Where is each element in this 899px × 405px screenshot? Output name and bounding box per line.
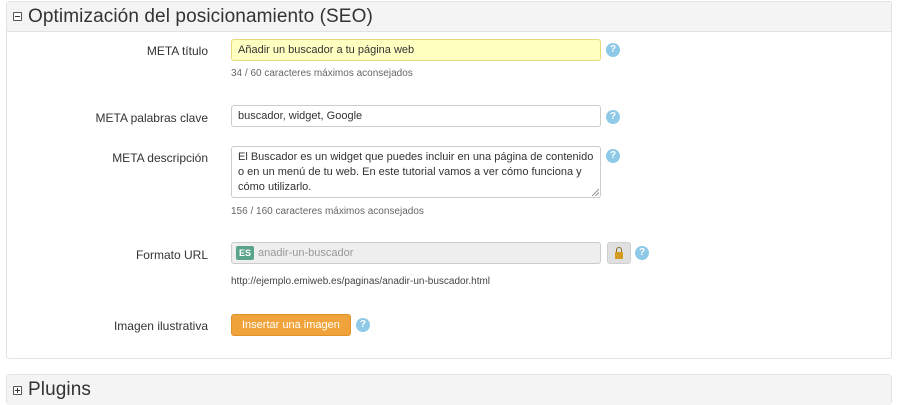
- language-badge: ES: [236, 246, 255, 260]
- lock-icon: [615, 252, 623, 259]
- meta-description-textarea[interactable]: El Buscador es un widget que puedes incl…: [231, 146, 601, 198]
- url-format-label: Formato URL: [135, 248, 208, 262]
- meta-description-help-icon[interactable]: ?: [606, 149, 620, 163]
- seo-panel-title: Optimización del posicionamiento (SEO): [28, 5, 373, 27]
- meta-keywords-label: META palabras clave: [95, 111, 209, 125]
- url-format-help-icon[interactable]: ?: [635, 246, 649, 260]
- lock-button[interactable]: [607, 242, 631, 264]
- meta-title-char-count: 34 / 60 caracteres máximos aconsejados: [231, 68, 413, 79]
- meta-title-input[interactable]: Añadir un buscador a tu página web: [231, 39, 601, 61]
- meta-title-help-icon[interactable]: ?: [606, 43, 620, 57]
- collapse-icon[interactable]: [13, 12, 22, 21]
- seo-panel-header[interactable]: Optimización del posicionamiento (SEO): [7, 2, 891, 32]
- expand-icon[interactable]: [13, 385, 22, 395]
- meta-description-text: El Buscador es un widget que puedes incl…: [238, 151, 594, 193]
- seo-panel: Optimización del posicionamiento (SEO) M…: [6, 1, 892, 359]
- meta-keywords-help-icon[interactable]: ?: [606, 110, 620, 124]
- image-label: Imagen ilustrativa: [113, 319, 208, 333]
- meta-keywords-input[interactable]: buscador, widget, Google: [231, 105, 601, 127]
- insert-image-button[interactable]: Insertar una imagen: [231, 314, 351, 336]
- full-url-preview: http://ejemplo.emiweb.es/paginas/anadir-…: [231, 276, 491, 287]
- plugins-panel-title: Plugins: [28, 379, 92, 400]
- image-help-icon[interactable]: ?: [356, 318, 370, 332]
- url-slug-input: ES anadir-un-buscador: [231, 242, 601, 264]
- resize-grip-icon[interactable]: [592, 189, 599, 196]
- url-slug-text: anadir-un-buscador: [258, 247, 354, 259]
- plugins-panel-header[interactable]: Plugins: [7, 375, 891, 405]
- meta-description-char-count: 156 / 160 caracteres máximos aconsejados: [231, 206, 424, 217]
- meta-title-label: META título: [146, 44, 208, 58]
- meta-description-label: META descripción: [112, 151, 208, 165]
